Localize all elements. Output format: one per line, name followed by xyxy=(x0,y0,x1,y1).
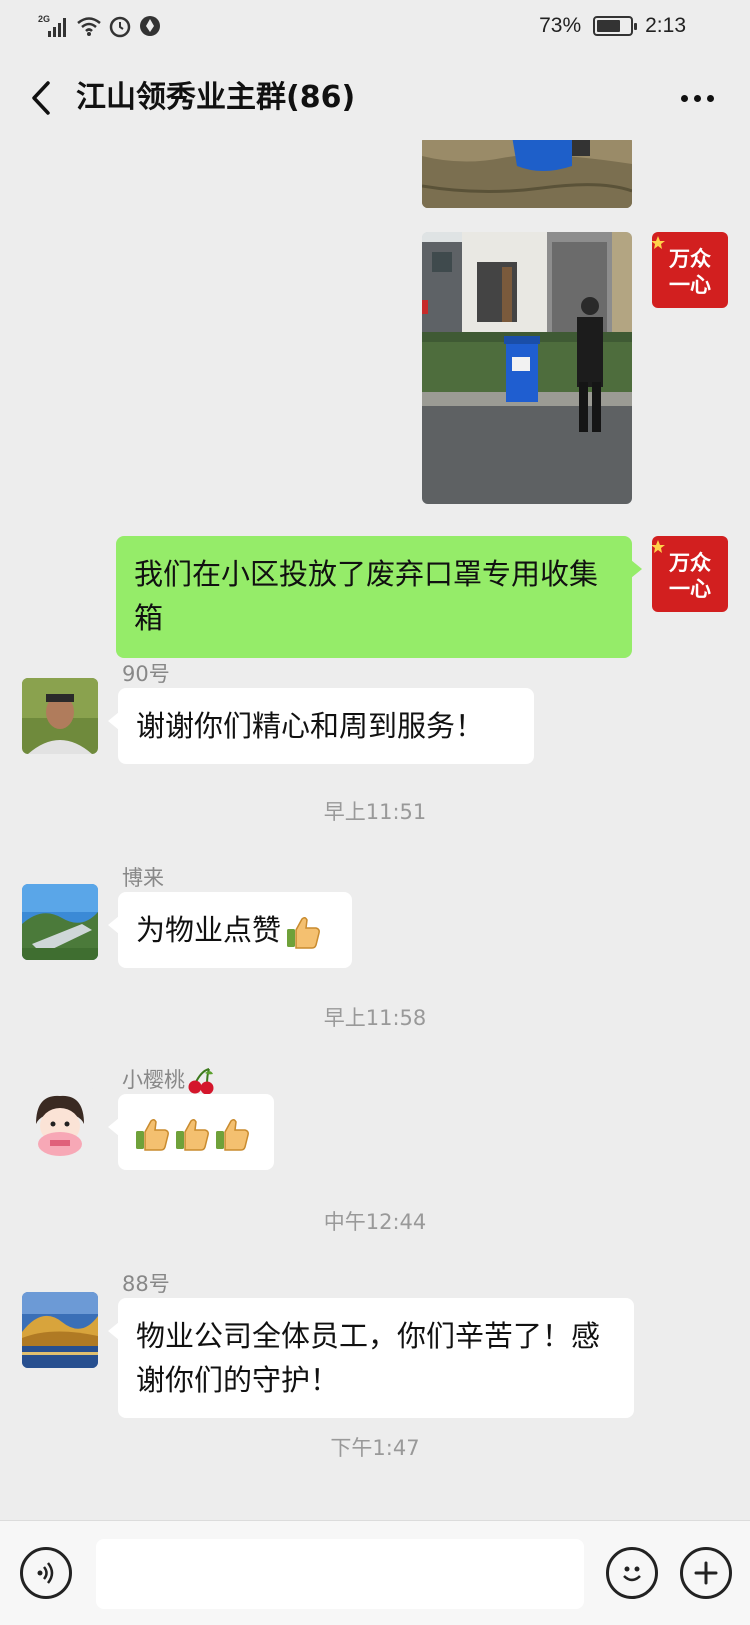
chat-title: 江山领秀业主群(86) xyxy=(76,80,356,115)
nav-bar: 江山领秀业主群(86) xyxy=(0,52,750,144)
thumbs-up-icon xyxy=(216,1118,249,1151)
voice-icon xyxy=(37,1562,54,1584)
network-type: 2G xyxy=(38,14,50,24)
sender-name: 90号 xyxy=(122,662,170,686)
battery-percentage: 73% xyxy=(539,14,582,37)
avatar[interactable] xyxy=(22,1292,98,1368)
more-options-button[interactable] xyxy=(672,78,722,118)
plus-icon xyxy=(694,1561,718,1585)
input-bar xyxy=(0,1520,750,1625)
thumbs-up-icon xyxy=(287,916,320,949)
chevron-left-icon xyxy=(32,81,50,115)
timestamp: 下午1:47 xyxy=(330,1436,420,1460)
message-bubble[interactable]: 物业公司全体员工，你们辛苦了！感谢你们的守护！ xyxy=(108,1298,634,1418)
more-dot xyxy=(693,94,701,102)
status-icons-right: 73% 2:13 xyxy=(539,10,686,42)
back-button[interactable] xyxy=(18,74,64,122)
status-icons-left: 2G xyxy=(38,10,162,42)
avatar-logo-text-1: 万众 xyxy=(668,247,711,271)
avatar[interactable]: 万众 一心 xyxy=(652,536,728,612)
message-bubble[interactable]: 我们在小区投放了废弃口罩专用收集箱 xyxy=(116,536,642,658)
avatar[interactable] xyxy=(22,678,98,754)
battery-icon xyxy=(593,16,638,36)
message-bubble[interactable] xyxy=(108,1094,274,1170)
voice-button[interactable] xyxy=(20,1547,72,1599)
more-horizontal-icon xyxy=(680,94,688,102)
avatar-logo-text-2: 一心 xyxy=(669,273,711,297)
clock: 2:13 xyxy=(645,14,686,37)
message-input[interactable] xyxy=(96,1539,584,1609)
svg-text:一心: 一心 xyxy=(669,577,711,601)
image-message[interactable] xyxy=(422,140,632,208)
image-message[interactable] xyxy=(422,232,632,504)
signal-icon: 2G xyxy=(38,14,66,37)
timestamp: 早上11:51 xyxy=(323,800,427,824)
avatar[interactable]: 万众 一心 xyxy=(652,232,728,308)
thumbs-up-icon xyxy=(176,1118,209,1151)
timestamp: 中午12:44 xyxy=(323,1210,427,1234)
message-text: 物业公司全体员工，你们辛苦了！感谢你们的守护！ xyxy=(136,1319,601,1397)
sender-name: 小樱桃 xyxy=(122,1064,215,1095)
thumbs-up-icon xyxy=(136,1118,169,1151)
emoji-icon xyxy=(623,1566,641,1582)
svg-text:万众: 万众 xyxy=(668,551,711,575)
status-bar: 2G 73% 2:13 xyxy=(0,0,750,52)
message-text: 谢谢你们精心和周到服务！ xyxy=(136,709,485,743)
message-text: 我们在小区投放了废弃口罩专用收集箱 xyxy=(134,557,599,635)
alarm-icon xyxy=(109,16,131,38)
timestamp: 早上11:58 xyxy=(323,1006,427,1030)
avatar[interactable] xyxy=(22,1088,98,1164)
sender-name: 88号 xyxy=(122,1272,170,1296)
wifi-icon xyxy=(77,17,101,36)
message-text: 为物业点赞 xyxy=(136,913,282,947)
emoji-button[interactable] xyxy=(606,1547,658,1599)
notification-icon xyxy=(140,16,160,36)
plus-button[interactable] xyxy=(680,1547,732,1599)
avatar[interactable] xyxy=(22,884,98,960)
message-bubble[interactable]: 为物业点赞 xyxy=(108,892,352,968)
message-list[interactable]: 万众 一心 我们在小区投放了废弃口罩专用收集箱 万众 一心 90号 谢谢你们精心… xyxy=(0,140,750,1520)
message-bubble[interactable]: 谢谢你们精心和周到服务！ xyxy=(108,688,534,764)
sender-name: 博来 xyxy=(122,866,164,890)
cherry-icon xyxy=(188,1068,214,1095)
more-dot xyxy=(706,94,714,102)
